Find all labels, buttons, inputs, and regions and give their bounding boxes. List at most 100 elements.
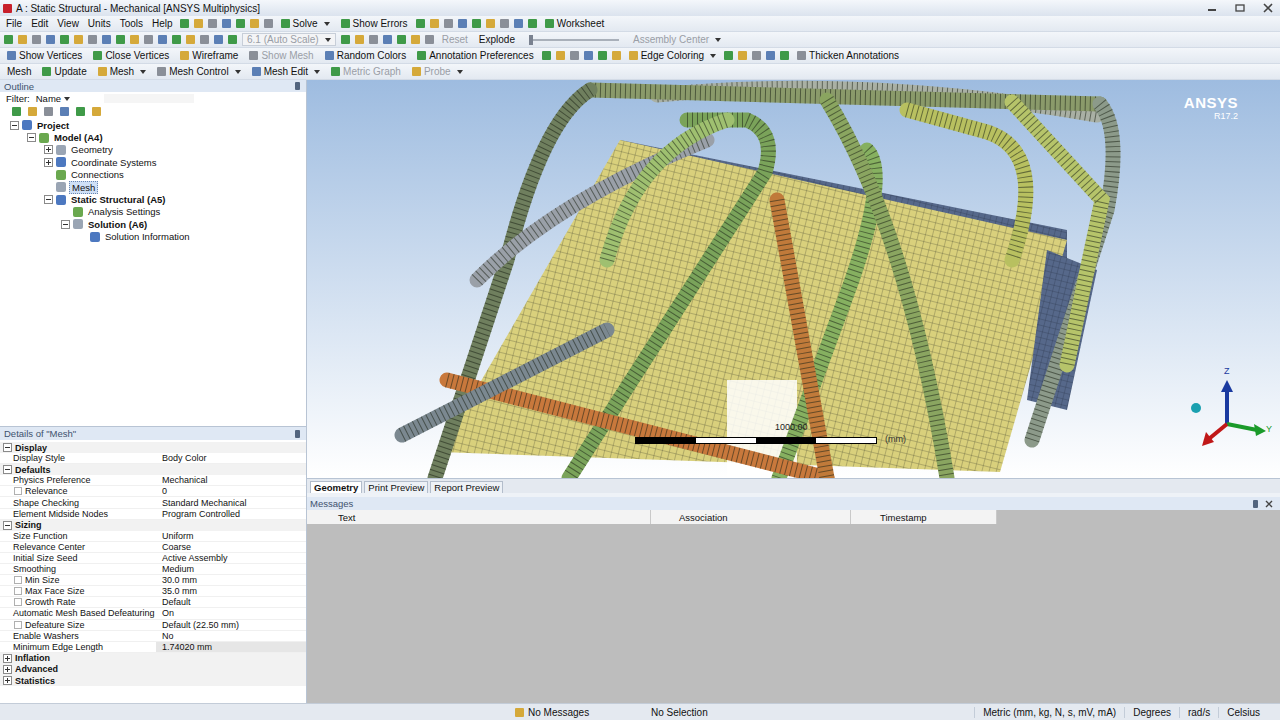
toolbar-icon[interactable] <box>486 19 495 28</box>
status-units[interactable]: Metric (mm, kg, N, s, mV, mA) <box>974 707 1124 718</box>
restore-icon[interactable] <box>1228 2 1252 14</box>
parameter-checkbox[interactable] <box>14 487 22 495</box>
toolbar-icon[interactable] <box>130 35 139 44</box>
toolbar-icon[interactable] <box>584 51 593 60</box>
toolbar-button[interactable]: Mesh <box>4 66 34 77</box>
details-group[interactable]: Inflation <box>0 653 306 664</box>
expand-icon[interactable] <box>3 676 12 685</box>
toolbar-icon[interactable] <box>598 51 607 60</box>
column-header[interactable]: Text <box>307 510 651 524</box>
tree-tool-icon[interactable] <box>92 107 101 116</box>
toolbar-icon[interactable] <box>528 19 537 28</box>
expand-icon[interactable] <box>10 121 19 130</box>
toolbar-icon[interactable] <box>430 19 439 28</box>
tree-item[interactable]: Mesh <box>0 181 306 193</box>
toolbar-icon[interactable] <box>200 35 209 44</box>
toolbar-icon[interactable] <box>383 35 392 44</box>
details-row[interactable]: Physics PreferenceMechanical <box>0 475 306 486</box>
view-tab[interactable]: Print Preview <box>364 481 428 493</box>
toolbar-icon[interactable] <box>116 35 125 44</box>
details-row[interactable]: Initial Size SeedActive Assembly <box>0 553 306 564</box>
details-group[interactable]: Defaults <box>0 464 306 475</box>
toolbar-button[interactable]: Edge Coloring <box>626 50 719 61</box>
details-group[interactable]: Statistics <box>0 675 306 686</box>
tree-item[interactable]: Analysis Settings <box>0 206 306 218</box>
details-row[interactable]: Max Face Size35.0 mm <box>0 586 306 597</box>
tree-item[interactable]: Solution Information <box>0 231 306 243</box>
view-tab[interactable]: Report Preview <box>430 481 503 493</box>
toolbar-button[interactable]: Assembly Center <box>630 34 724 45</box>
tree-item[interactable]: Coordinate Systems <box>0 156 306 168</box>
toolbar-icon[interactable] <box>355 35 364 44</box>
toolbar-icon[interactable] <box>416 19 425 28</box>
toolbar-icon[interactable] <box>208 19 217 28</box>
status-messages[interactable]: No Messages <box>515 707 651 718</box>
toolbar-icon[interactable] <box>88 35 97 44</box>
toolbar-icon[interactable] <box>542 51 551 60</box>
tree-tool-icon[interactable] <box>44 107 53 116</box>
tree-tool-icon[interactable] <box>76 107 85 116</box>
toolbar-button[interactable]: Mesh Edit <box>249 66 323 77</box>
toolbar-button[interactable]: Show Mesh <box>246 50 316 61</box>
details-group[interactable]: Sizing <box>0 520 306 531</box>
details-row[interactable]: Min Size30.0 mm <box>0 575 306 586</box>
details-row[interactable]: Size FunctionUniform <box>0 531 306 542</box>
close-icon[interactable] <box>1256 2 1280 14</box>
tree-item[interactable]: Solution (A6) <box>0 218 306 230</box>
parameter-checkbox[interactable] <box>14 621 22 629</box>
details-group[interactable]: Display <box>0 442 306 453</box>
toolbar-icon[interactable] <box>444 19 453 28</box>
status-angle[interactable]: Degrees <box>1124 707 1179 718</box>
toolbar-icon[interactable] <box>60 35 69 44</box>
expand-icon[interactable] <box>3 654 12 663</box>
toolbar-icon[interactable] <box>780 51 789 60</box>
toolbar-icon[interactable] <box>186 35 195 44</box>
menu-item[interactable]: Units <box>86 18 113 29</box>
tree-item[interactable]: Geometry <box>0 144 306 156</box>
toolbar-icon[interactable] <box>411 35 420 44</box>
toolbar-button[interactable]: Worksheet <box>542 18 608 29</box>
close-icon[interactable] <box>1264 499 1274 509</box>
column-header[interactable]: Timestamp <box>851 510 997 524</box>
toolbar-icon[interactable] <box>180 19 189 28</box>
pin-icon[interactable] <box>295 82 300 90</box>
toolbar-button[interactable]: Metric Graph <box>328 66 404 77</box>
details-row[interactable]: Relevance CenterCoarse <box>0 542 306 553</box>
toolbar-icon[interactable] <box>264 19 273 28</box>
details-row[interactable]: Automatic Mesh Based DefeaturingOn <box>0 608 306 619</box>
filter-select[interactable]: Name <box>36 93 98 104</box>
expand-icon[interactable] <box>3 443 12 452</box>
details-row[interactable]: Shape CheckingStandard Mechanical <box>0 497 306 508</box>
toolbar-icon[interactable] <box>236 19 245 28</box>
tree-tool-icon[interactable] <box>12 107 21 116</box>
toolbar-icon[interactable] <box>341 35 350 44</box>
toolbar-button[interactable]: Close Vertices <box>90 50 172 61</box>
expand-icon[interactable] <box>27 133 36 142</box>
toolbar-icon[interactable] <box>4 35 13 44</box>
tree-item[interactable]: Project <box>0 119 306 131</box>
toolbar-icon[interactable] <box>74 35 83 44</box>
details-row[interactable]: Minimum Edge Length1.74020 mm <box>0 642 306 653</box>
toolbar-button[interactable]: Show Vertices <box>4 50 85 61</box>
tree-tool-icon[interactable] <box>60 107 69 116</box>
toolbar-icon[interactable] <box>752 51 761 60</box>
details-row[interactable]: Element Midside NodesProgram Controlled <box>0 509 306 520</box>
axis-triad[interactable]: ZY <box>1182 372 1272 462</box>
toolbar-icon[interactable] <box>570 51 579 60</box>
parameter-checkbox[interactable] <box>14 587 22 595</box>
toolbar-icon[interactable] <box>458 19 467 28</box>
menu-item[interactable]: File <box>4 18 24 29</box>
menu-item[interactable]: Tools <box>118 18 145 29</box>
toolbar-icon[interactable] <box>556 51 565 60</box>
details-row[interactable]: SmoothingMedium <box>0 564 306 575</box>
explode-slider[interactable] <box>529 39 619 41</box>
expand-icon[interactable] <box>61 220 70 229</box>
toolbar-icon[interactable] <box>144 35 153 44</box>
parameter-checkbox[interactable] <box>14 598 22 606</box>
parameter-checkbox[interactable] <box>14 576 22 584</box>
menu-item[interactable]: View <box>55 18 81 29</box>
status-rotational[interactable]: rad/s <box>1179 707 1218 718</box>
details-group[interactable]: Advanced <box>0 664 306 675</box>
graphics-viewport[interactable]: ANSYSR17.21000.00(mm)ZY <box>307 80 1280 478</box>
toolbar-icon[interactable] <box>766 51 775 60</box>
